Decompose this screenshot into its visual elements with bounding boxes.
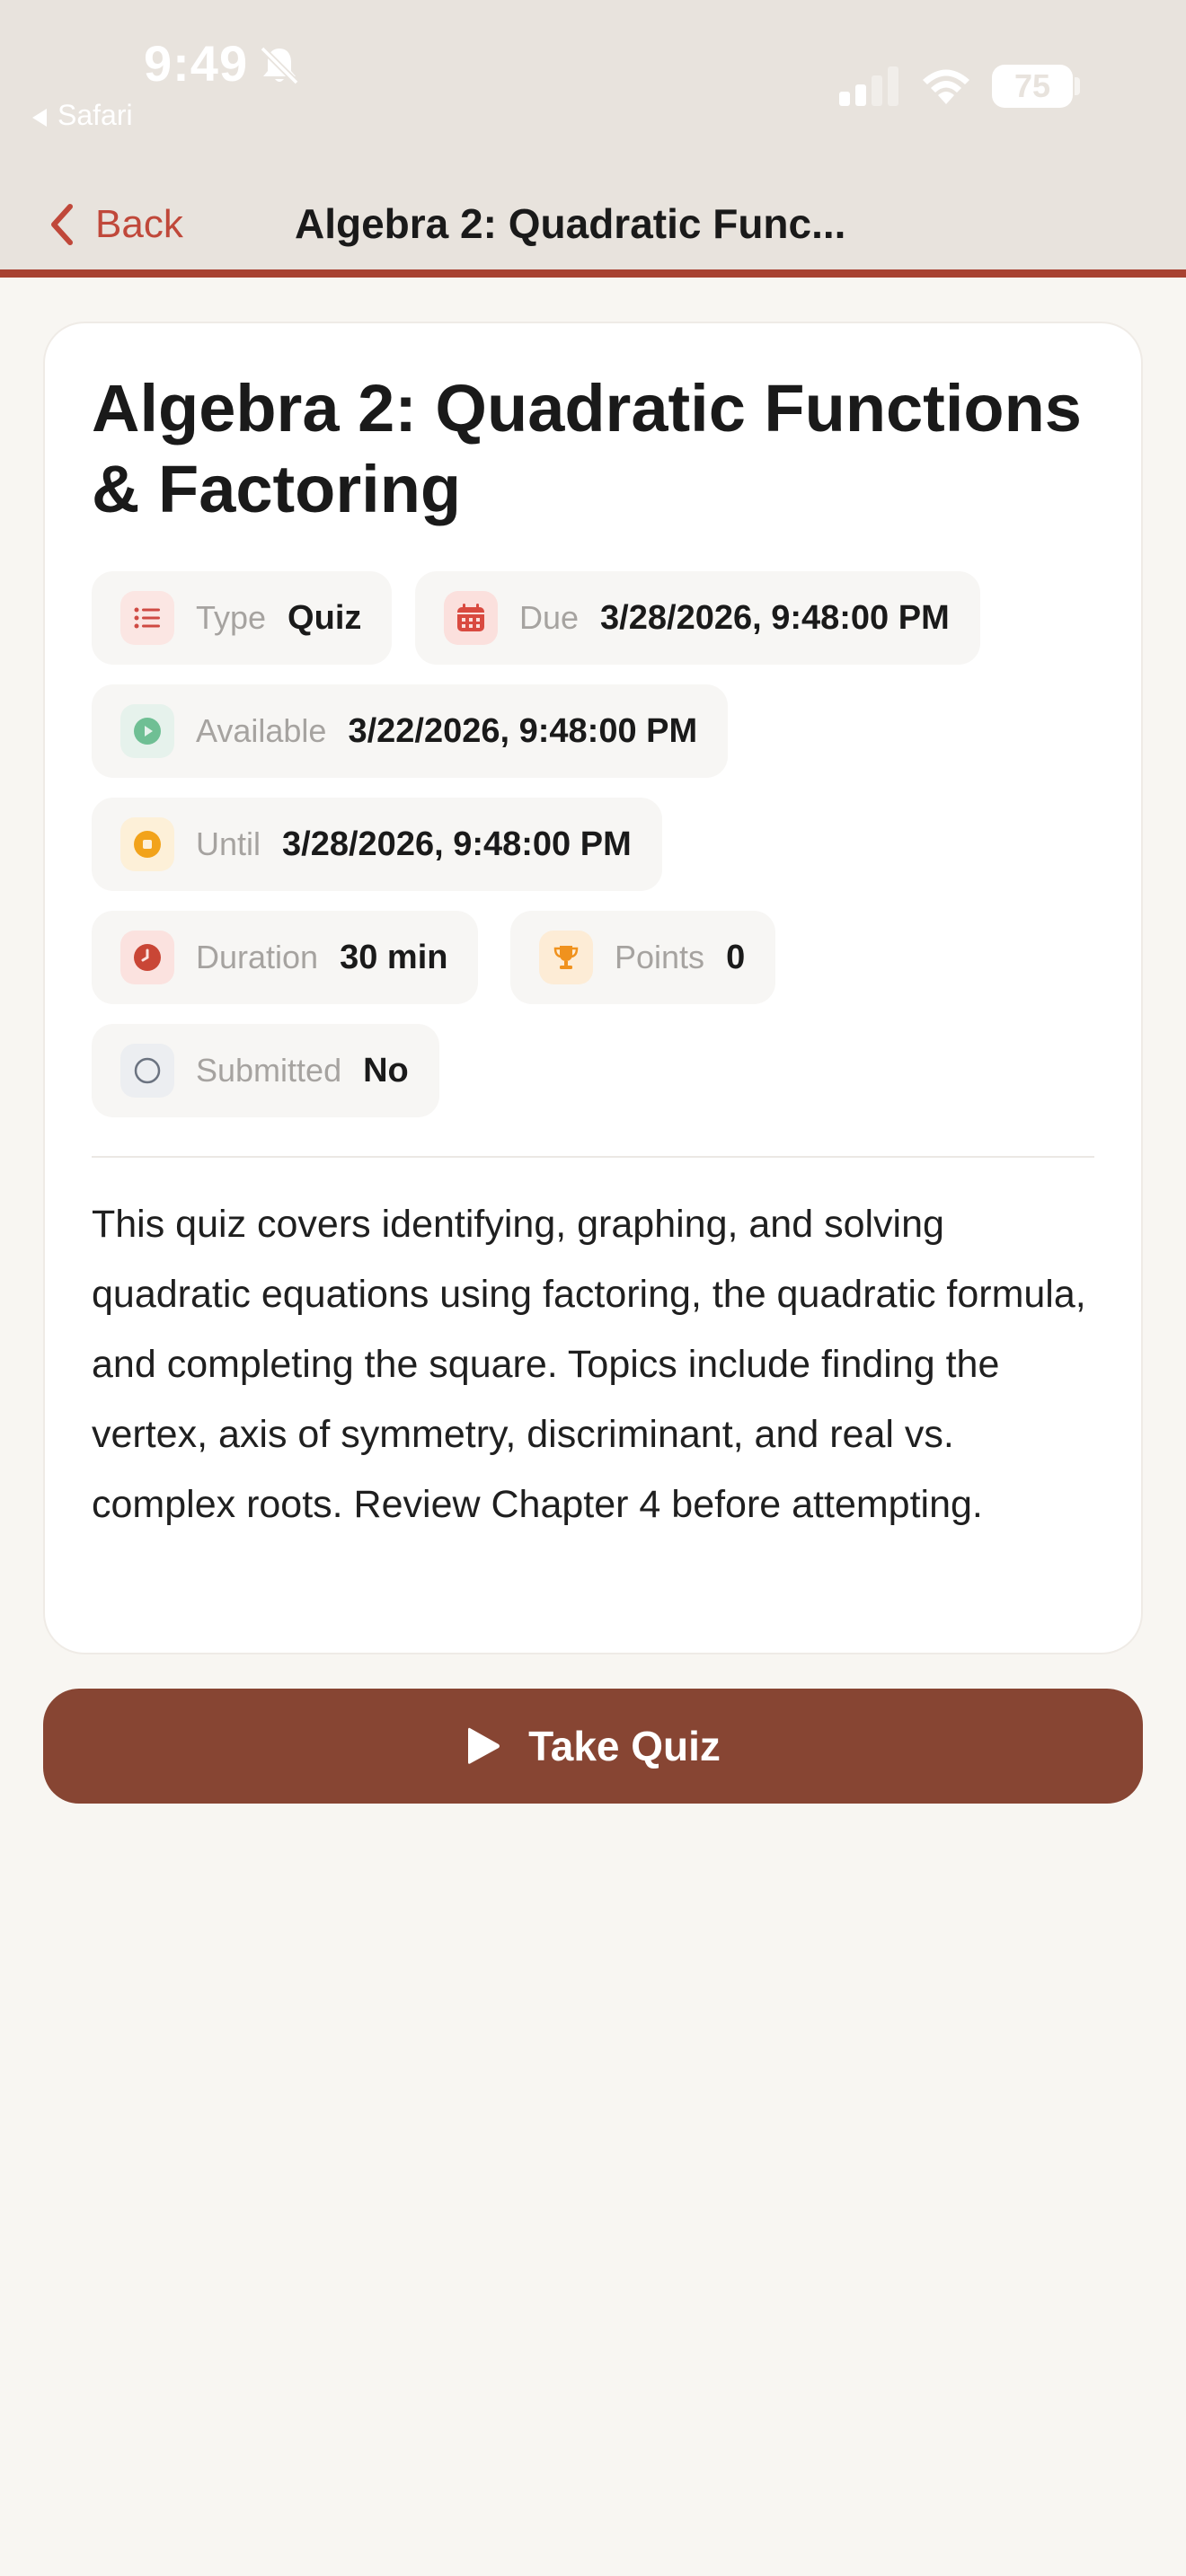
meta-chip-points: Points 0 bbox=[510, 911, 776, 1004]
meta-until-value: 3/28/2026, 9:48:00 PM bbox=[282, 825, 632, 863]
take-quiz-label: Take Quiz bbox=[528, 1723, 721, 1769]
back-button[interactable]: Back bbox=[49, 198, 183, 251]
wifi-icon bbox=[923, 69, 969, 104]
nav-bar: Back Algebra 2: Quadratic Func... bbox=[0, 180, 1186, 278]
meta-duration-label: Duration bbox=[196, 939, 319, 975]
divider bbox=[92, 1156, 1094, 1158]
clock-icon bbox=[120, 931, 174, 984]
meta-duration-value: 30 min bbox=[340, 938, 448, 976]
play-icon bbox=[468, 1727, 500, 1764]
battery-indicator: 75 bbox=[992, 65, 1073, 108]
meta-due-value: 3/28/2026, 9:48:00 PM bbox=[600, 598, 950, 637]
circle-icon bbox=[120, 1044, 174, 1098]
meta-chip-type: Type Quiz bbox=[92, 571, 393, 665]
meta-due-label: Due bbox=[519, 599, 580, 636]
chevron-left-icon bbox=[51, 204, 73, 245]
meta-chip-submitted: Submitted No bbox=[92, 1024, 439, 1117]
play-circle-icon bbox=[120, 704, 174, 758]
calendar-icon bbox=[444, 591, 498, 645]
back-triangle-icon bbox=[32, 108, 47, 127]
meta-available-label: Available bbox=[196, 712, 327, 749]
meta-points-value: 0 bbox=[726, 938, 746, 976]
quiz-description: This quiz covers identifying, graphing, … bbox=[92, 1203, 1086, 1526]
meta-until-label: Until bbox=[196, 825, 261, 862]
meta-type-label: Type bbox=[196, 599, 267, 636]
meta-points-label: Points bbox=[615, 939, 705, 975]
meta-chip-until: Until 3/28/2026, 9:48:00 PM bbox=[92, 798, 662, 891]
status-time: 9:49 bbox=[144, 35, 249, 92]
back-label: Back bbox=[95, 202, 183, 246]
nav-title: Algebra 2: Quadratic Func... bbox=[295, 200, 846, 247]
meta-chip-duration: Duration 30 min bbox=[92, 911, 479, 1004]
meta-submitted-label: Submitted bbox=[196, 1052, 342, 1089]
back-to-safari[interactable]: Safari bbox=[32, 99, 133, 132]
meta-chip-available: Available 3/22/2026, 9:48:00 PM bbox=[92, 684, 729, 778]
meta-chip-due: Due 3/28/2026, 9:48:00 PM bbox=[415, 571, 980, 665]
meta-type-value: Quiz bbox=[288, 598, 362, 637]
cellular-signal-icon bbox=[839, 66, 898, 106]
meta-submitted-value: No bbox=[363, 1051, 409, 1090]
meta-available-value: 3/22/2026, 9:48:00 PM bbox=[348, 711, 698, 750]
status-bar: 9:49 Safari 75 bbox=[0, 0, 1186, 180]
trophy-icon bbox=[539, 931, 593, 984]
bell-muted-icon bbox=[260, 46, 299, 85]
back-app-label: Safari bbox=[58, 99, 133, 131]
list-icon bbox=[120, 591, 174, 645]
battery-cap bbox=[1075, 77, 1080, 95]
take-quiz-button[interactable]: Take Quiz bbox=[43, 1689, 1143, 1804]
quiz-title: Algebra 2: Quadratic Functions & Factori… bbox=[92, 371, 1082, 526]
quiz-card: Algebra 2: Quadratic Functions & Factori… bbox=[45, 323, 1141, 1653]
stop-circle-icon bbox=[120, 817, 174, 871]
